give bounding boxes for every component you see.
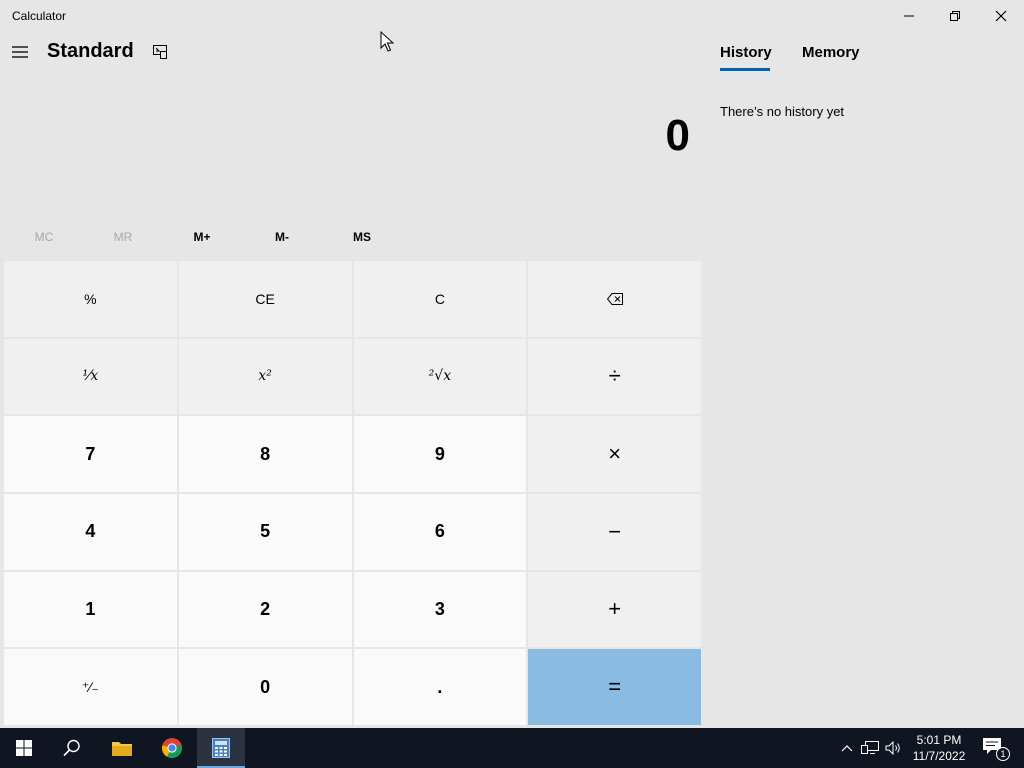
reciprocal-label: ¹⁄x — [82, 368, 99, 385]
mode-title: Standard — [47, 40, 134, 62]
two-button[interactable]: 2 — [178, 571, 352, 648]
tab-history[interactable]: History — [720, 44, 772, 61]
close-icon — [995, 10, 1007, 22]
network-icon — [861, 741, 879, 754]
minimize-button[interactable] — [886, 0, 932, 32]
restore-icon — [950, 11, 960, 21]
reciprocal-button[interactable]: ¹⁄x — [4, 338, 177, 415]
folder-icon — [112, 742, 132, 756]
hamburger-icon — [12, 46, 28, 58]
history-empty-message: There’s no history yet — [720, 104, 845, 119]
clear-button[interactable]: C — [353, 261, 527, 337]
clear-entry-button[interactable]: CE — [178, 261, 352, 337]
square-button[interactable]: x² — [178, 338, 352, 415]
seven-button[interactable]: 7 — [4, 416, 177, 492]
plus-button[interactable]: + — [528, 571, 701, 648]
keep-on-top-button[interactable] — [146, 38, 174, 66]
search-icon — [63, 739, 80, 757]
clock-date: 11/7/2022 — [912, 749, 966, 763]
memory-store-button[interactable]: MS — [326, 222, 398, 252]
zero-button[interactable]: 0 — [178, 649, 352, 725]
percent-button[interactable]: % — [4, 261, 177, 337]
clock-time: 5:01 PM — [916, 733, 962, 747]
search-button[interactable] — [48, 728, 96, 768]
taskbar: 5:01 PM 11/7/2022 1 — [0, 728, 1024, 768]
four-button[interactable]: 4 — [4, 493, 177, 570]
backspace-icon — [606, 292, 623, 305]
calculator-icon — [212, 738, 230, 758]
square-root-button[interactable]: ²√x — [353, 338, 527, 415]
chrome-icon — [161, 738, 183, 759]
keep-on-top-icon — [153, 45, 167, 59]
system-clock[interactable]: 5:01 PM 11/7/2022 — [906, 732, 972, 764]
memory-add-button[interactable]: M+ — [166, 222, 238, 252]
eight-button[interactable]: 8 — [178, 416, 352, 492]
navigation-menu-button[interactable] — [4, 36, 36, 68]
backspace-button[interactable] — [528, 261, 701, 337]
six-button[interactable]: 6 — [353, 493, 527, 570]
memory-clear-button[interactable]: MC — [8, 222, 80, 252]
calculator-taskbar-button[interactable] — [197, 728, 245, 768]
notification-count-badge: 1 — [996, 747, 1010, 761]
volume-button[interactable] — [884, 738, 904, 758]
tab-memory[interactable]: Memory — [802, 44, 860, 61]
multiply-button[interactable]: × — [528, 416, 701, 492]
negate-button[interactable]: ⁺∕₋ — [4, 649, 177, 725]
square-label: x² — [258, 368, 272, 385]
action-center-button[interactable]: 1 — [982, 736, 1010, 761]
start-button[interactable] — [0, 728, 48, 768]
result-display: 0 — [665, 111, 690, 160]
memory-subtract-button[interactable]: M- — [246, 222, 318, 252]
three-button[interactable]: 3 — [353, 571, 527, 648]
title-bar: Calculator — [0, 0, 1024, 32]
divide-button[interactable]: ÷ — [528, 338, 701, 415]
five-button[interactable]: 5 — [178, 493, 352, 570]
minimize-icon — [904, 15, 914, 17]
equals-button[interactable]: = — [528, 649, 701, 725]
mouse-cursor-icon — [380, 31, 394, 52]
keypad: % CE C ¹⁄x x² ²√x ÷ 7 8 9 × 4 5 6 − 1 2 … — [4, 261, 701, 725]
window-title: Calculator — [12, 9, 67, 23]
show-hidden-icons-button[interactable] — [837, 738, 857, 758]
windows-logo-icon — [16, 740, 32, 756]
memory-recall-button[interactable]: MR — [87, 222, 159, 252]
square-root-label: ²√x — [428, 368, 452, 385]
restore-button[interactable] — [932, 0, 978, 32]
chrome-button[interactable] — [148, 728, 196, 768]
active-tab-indicator — [720, 68, 770, 71]
decimal-button[interactable]: . — [353, 649, 527, 725]
nine-button[interactable]: 9 — [353, 416, 527, 492]
one-button[interactable]: 1 — [4, 571, 177, 648]
chevron-up-icon — [841, 745, 853, 752]
file-explorer-button[interactable] — [98, 728, 146, 768]
speaker-icon — [885, 741, 900, 755]
close-button[interactable] — [978, 0, 1024, 32]
minus-button[interactable]: − — [528, 493, 701, 570]
network-button[interactable] — [860, 738, 880, 758]
